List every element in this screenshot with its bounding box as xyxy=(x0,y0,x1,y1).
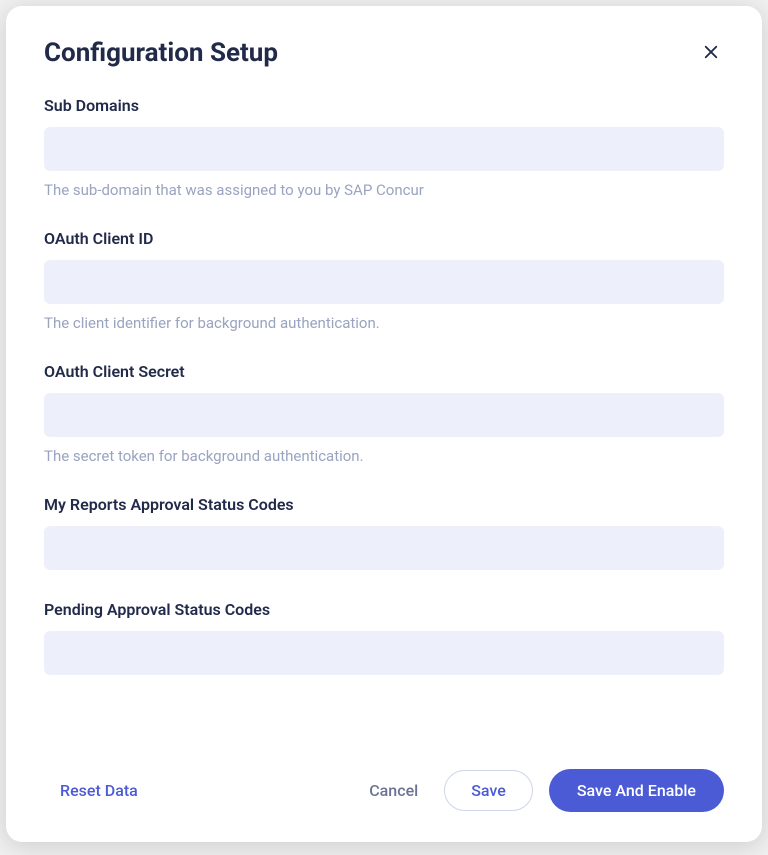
close-icon xyxy=(702,43,720,64)
pending-approval-input[interactable] xyxy=(44,631,724,675)
my-reports-approval-group: My Reports Approval Status Codes xyxy=(44,495,724,570)
oauth-client-secret-label: OAuth Client Secret xyxy=(44,362,724,381)
oauth-client-secret-group: OAuth Client Secret The secret token for… xyxy=(44,362,724,465)
sub-domains-label: Sub Domains xyxy=(44,96,724,115)
oauth-client-secret-input[interactable] xyxy=(44,393,724,437)
save-button[interactable]: Save xyxy=(444,770,533,811)
modal-title: Configuration Setup xyxy=(44,38,278,68)
modal-footer: Reset Data Cancel Save Save And Enable xyxy=(6,749,762,842)
sub-domains-input[interactable] xyxy=(44,127,724,171)
close-button[interactable] xyxy=(698,39,724,68)
modal-body: Configuration Setup Sub Domains The sub-… xyxy=(6,6,762,749)
oauth-client-id-input[interactable] xyxy=(44,260,724,304)
configuration-setup-modal: Configuration Setup Sub Domains The sub-… xyxy=(6,6,762,842)
pending-approval-group: Pending Approval Status Codes xyxy=(44,600,724,675)
pending-approval-label: Pending Approval Status Codes xyxy=(44,600,724,619)
oauth-client-id-group: OAuth Client ID The client identifier fo… xyxy=(44,229,724,332)
modal-header: Configuration Setup xyxy=(44,38,724,68)
oauth-client-secret-help: The secret token for background authenti… xyxy=(44,447,724,465)
oauth-client-id-label: OAuth Client ID xyxy=(44,229,724,248)
sub-domains-group: Sub Domains The sub-domain that was assi… xyxy=(44,96,724,199)
oauth-client-id-help: The client identifier for background aut… xyxy=(44,314,724,332)
my-reports-approval-label: My Reports Approval Status Codes xyxy=(44,495,724,514)
my-reports-approval-input[interactable] xyxy=(44,526,724,570)
footer-right: Cancel Save Save And Enable xyxy=(359,769,724,812)
footer-left: Reset Data xyxy=(44,773,154,808)
sub-domains-help: The sub-domain that was assigned to you … xyxy=(44,181,724,199)
reset-data-button[interactable]: Reset Data xyxy=(44,773,154,808)
cancel-button[interactable]: Cancel xyxy=(359,773,428,808)
save-and-enable-button[interactable]: Save And Enable xyxy=(549,769,724,812)
